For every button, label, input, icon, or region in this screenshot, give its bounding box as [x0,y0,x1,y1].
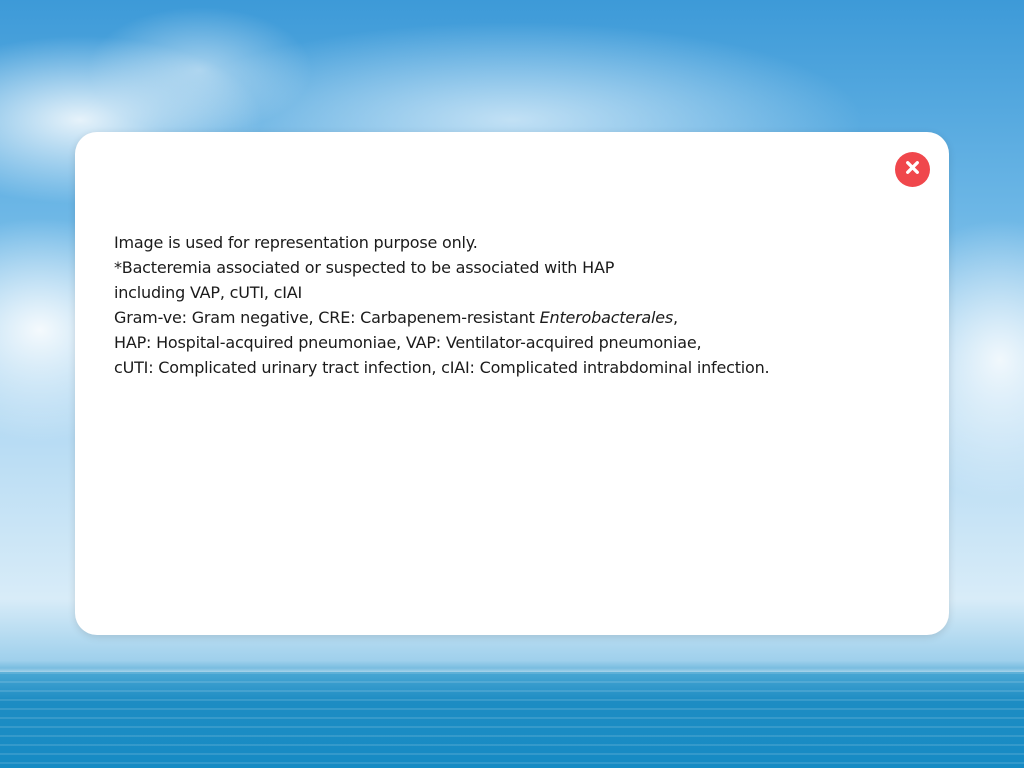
close-icon [905,160,920,179]
footnote-gram-text: Gram-ve: Gram negative, CRE: Carbapenem-… [114,308,540,327]
info-modal: Image is used for representation purpose… [75,132,949,635]
footnote-text: Image is used for representation purpose… [114,230,934,380]
footnote-line-hap: HAP: Hospital-acquired pneumoniae, VAP: … [114,333,702,352]
footnote-line-including: including VAP, cUTI, cIAI [114,283,302,302]
footnote-organism-name: Enterobacterales [539,308,674,327]
footnote-gram-comma: , [673,308,678,327]
close-button[interactable] [895,152,930,187]
sea-background [0,672,1024,768]
footnote-line-gram: Gram-ve: Gram negative, CRE: Carbapenem-… [114,305,934,330]
footnote-line-cuti: cUTI: Complicated urinary tract infectio… [114,358,770,377]
footnote-line-representation: Image is used for representation purpose… [114,233,478,252]
footnote-line-bacteremia: *Bacteremia associated or suspected to b… [114,258,615,277]
